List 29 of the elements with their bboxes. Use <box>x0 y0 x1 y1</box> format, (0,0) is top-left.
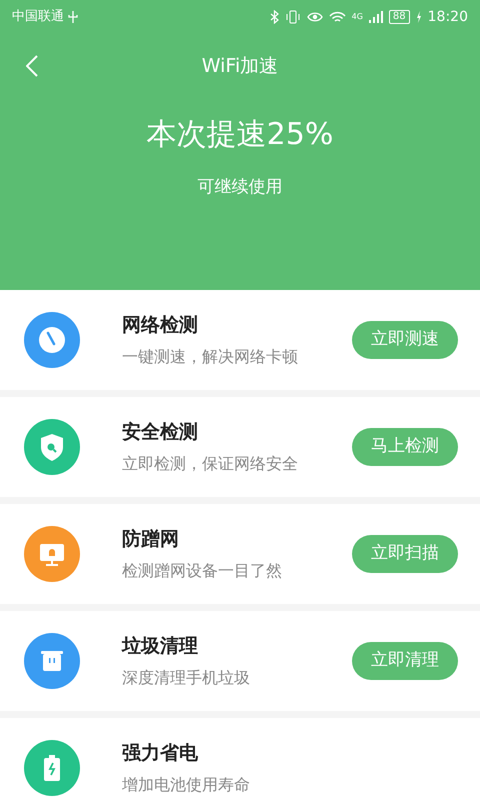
clock-time: 18:20 <box>428 8 468 26</box>
back-icon <box>26 55 38 77</box>
eye-icon <box>306 11 323 23</box>
carrier-name: 中国联通 <box>12 8 64 26</box>
wifi-icon <box>328 10 346 24</box>
action-button[interactable]: 马上检测 <box>352 428 458 466</box>
speed-subtitle: 可继续使用 <box>196 176 284 199</box>
network-type: 4G <box>352 10 363 22</box>
feature-description: 一键测速，解决网络卡顿 <box>122 346 298 368</box>
page-title: WiFi加速 <box>202 54 278 79</box>
feature-title: 垃圾清理 <box>122 634 199 659</box>
action-button[interactable]: 立即扫描 <box>352 535 458 573</box>
usb-icon <box>68 10 78 24</box>
action-button[interactable]: 立即测速 <box>352 321 458 359</box>
charging-icon <box>416 11 422 23</box>
battery-level: 88 <box>388 10 410 24</box>
feature-title: 网络检测 <box>122 312 199 338</box>
feature-description: 立即检测，保证网络安全 <box>122 453 298 476</box>
feature-title: 强力省电 <box>122 740 199 766</box>
action-button[interactable]: 立即清理 <box>352 642 458 680</box>
feature-title: 安全检测 <box>122 420 199 445</box>
feature-description: 增加电池使用寿命 <box>122 774 250 796</box>
speed-headline: 本次提速25% <box>146 116 334 154</box>
feature-title: 防蹭网 <box>122 526 180 552</box>
feature-description: 深度清理手机垃圾 <box>122 667 250 690</box>
signal-icon <box>368 11 383 23</box>
bluetooth-icon <box>270 10 279 24</box>
vibrate-icon <box>284 10 301 24</box>
feature-description: 检测蹭网设备一目了然 <box>122 560 282 582</box>
